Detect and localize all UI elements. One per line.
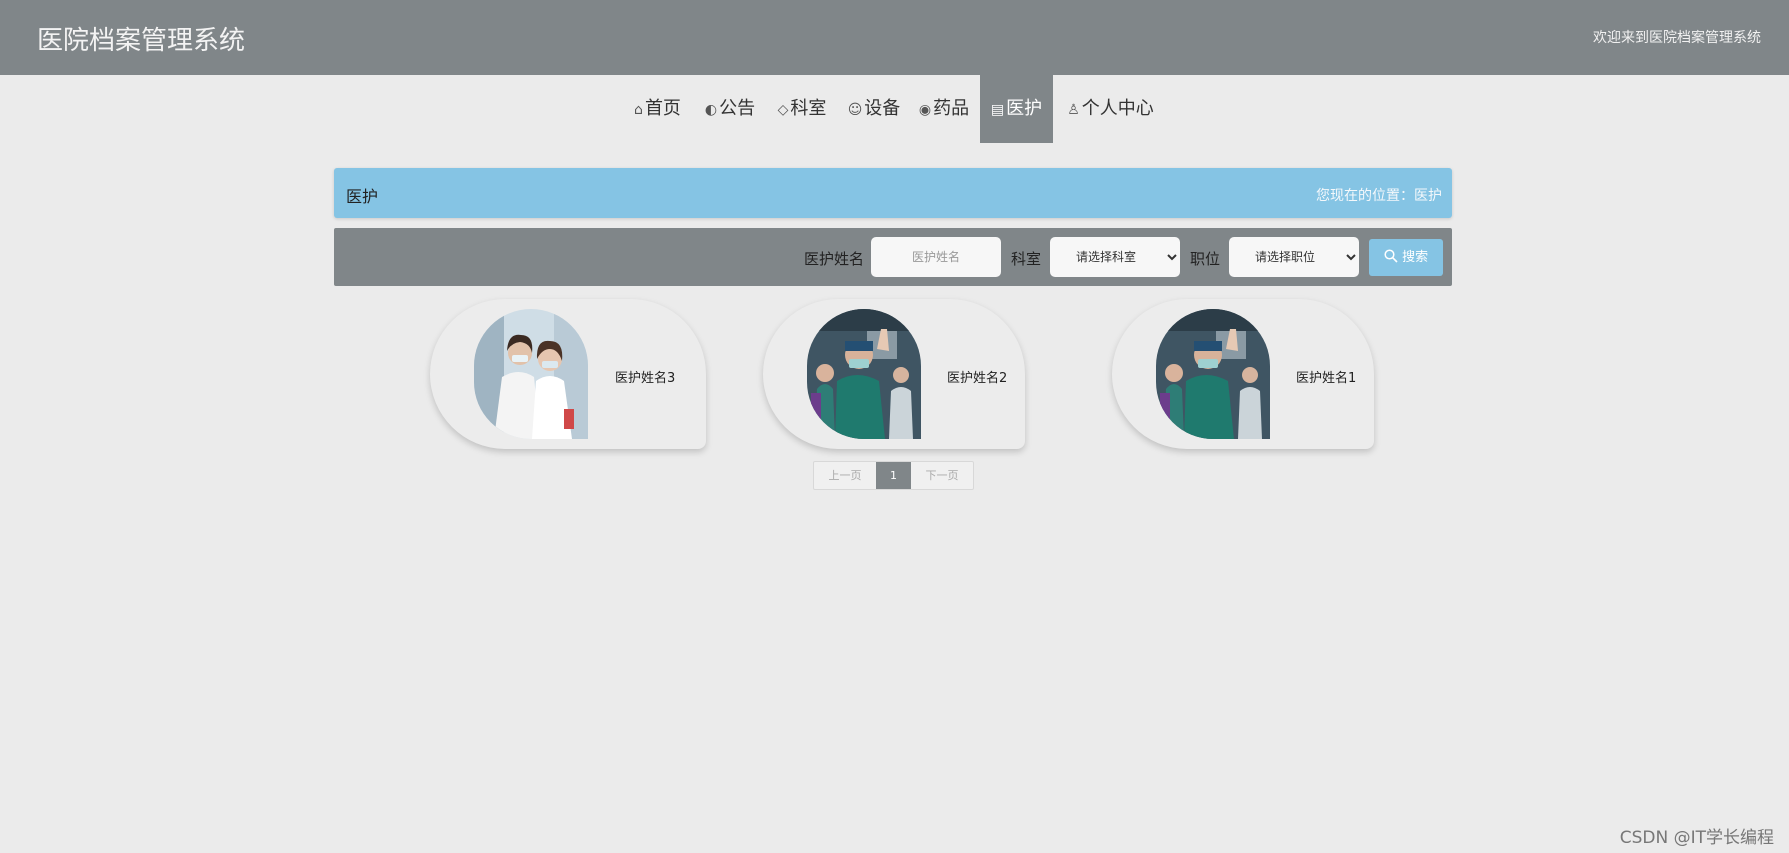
smile-icon: ☺ [847, 102, 863, 118]
top-header: 医院档案管理系统 欢迎来到医院档案管理系统 [0, 0, 1789, 75]
welcome-text: 欢迎来到医院档案管理系统 [1593, 30, 1761, 46]
current-page[interactable]: 1 [876, 462, 911, 489]
nav-item-label: 医护 [1006, 98, 1043, 119]
department-label: 科室 [1011, 250, 1042, 268]
staff-photo[interactable] [1156, 309, 1270, 439]
staff-card[interactable]: 医护姓名2 [763, 299, 1025, 449]
staff-name: 医护姓名1 [1296, 371, 1357, 386]
staff-card[interactable]: 医护姓名1 [1112, 299, 1374, 449]
nav-item-label: 科室 [790, 98, 827, 119]
search-button[interactable]: 搜索 [1369, 239, 1443, 276]
nav-item-label: 设备 [864, 98, 901, 119]
search-button-label: 搜索 [1402, 250, 1429, 265]
nav-item-medical-staff[interactable]: ▤ 医护 [980, 75, 1053, 143]
clipboard-icon: ▤ [990, 102, 1005, 118]
staff-photo[interactable] [807, 309, 921, 439]
pagination: 上一页 1 下一页 [813, 461, 974, 490]
position-label: 职位 [1190, 250, 1221, 268]
nav-item-equipment[interactable]: ☺ 设备 [844, 75, 904, 143]
breadcrumb: 您现在的位置：医护 [1316, 188, 1442, 204]
tag-icon: ◇ [777, 102, 789, 118]
user-icon: ♙ [1067, 102, 1080, 118]
nav-item-medicine[interactable]: ◉ 药品 [914, 75, 974, 143]
staff-photo[interactable] [474, 309, 588, 439]
search-bar: 医护姓名 科室 请选择科室 职位 请选择职位 搜索 [334, 228, 1452, 286]
staff-name: 医护姓名3 [615, 371, 676, 386]
nav-item-label: 个人中心 [1081, 98, 1154, 119]
staff-name: 医护姓名2 [947, 371, 1008, 386]
search-icon [1384, 249, 1398, 263]
department-select[interactable]: 请选择科室 [1050, 237, 1180, 277]
next-page-button[interactable]: 下一页 [911, 462, 973, 489]
page-banner: 医护 您现在的位置：医护 [334, 168, 1452, 218]
page-title: 医护 [346, 187, 379, 206]
staff-card[interactable]: 医护姓名3 [430, 299, 706, 449]
nav-item-notice[interactable]: ◐ 公告 [700, 75, 760, 143]
name-label: 医护姓名 [804, 250, 865, 268]
app-title: 医院档案管理系统 [37, 26, 246, 56]
main-nav: ⌂ 首页 ◐ 公告 ◇ 科室 ☺ 设备 ◉ 药品 ▤ 医护 ♙ 个人中心 [0, 75, 1789, 143]
home-icon: ⌂ [634, 102, 643, 118]
nav-item-label: 公告 [719, 98, 756, 119]
position-select[interactable]: 请选择职位 [1229, 237, 1359, 277]
staff-name-input[interactable] [871, 237, 1001, 277]
nav-item-label: 药品 [933, 98, 970, 119]
palette-icon: ◐ [704, 102, 718, 118]
watermark: CSDN @IT学长编程 [1619, 828, 1774, 848]
nav-item-personal-center[interactable]: ♙ 个人中心 [1063, 75, 1158, 143]
prev-page-button[interactable]: 上一页 [814, 462, 876, 489]
nav-item-home[interactable]: ⌂ 首页 [630, 75, 685, 143]
nav-item-department[interactable]: ◇ 科室 [772, 75, 832, 143]
globe-icon: ◉ [918, 102, 932, 118]
nav-item-label: 首页 [644, 98, 681, 119]
